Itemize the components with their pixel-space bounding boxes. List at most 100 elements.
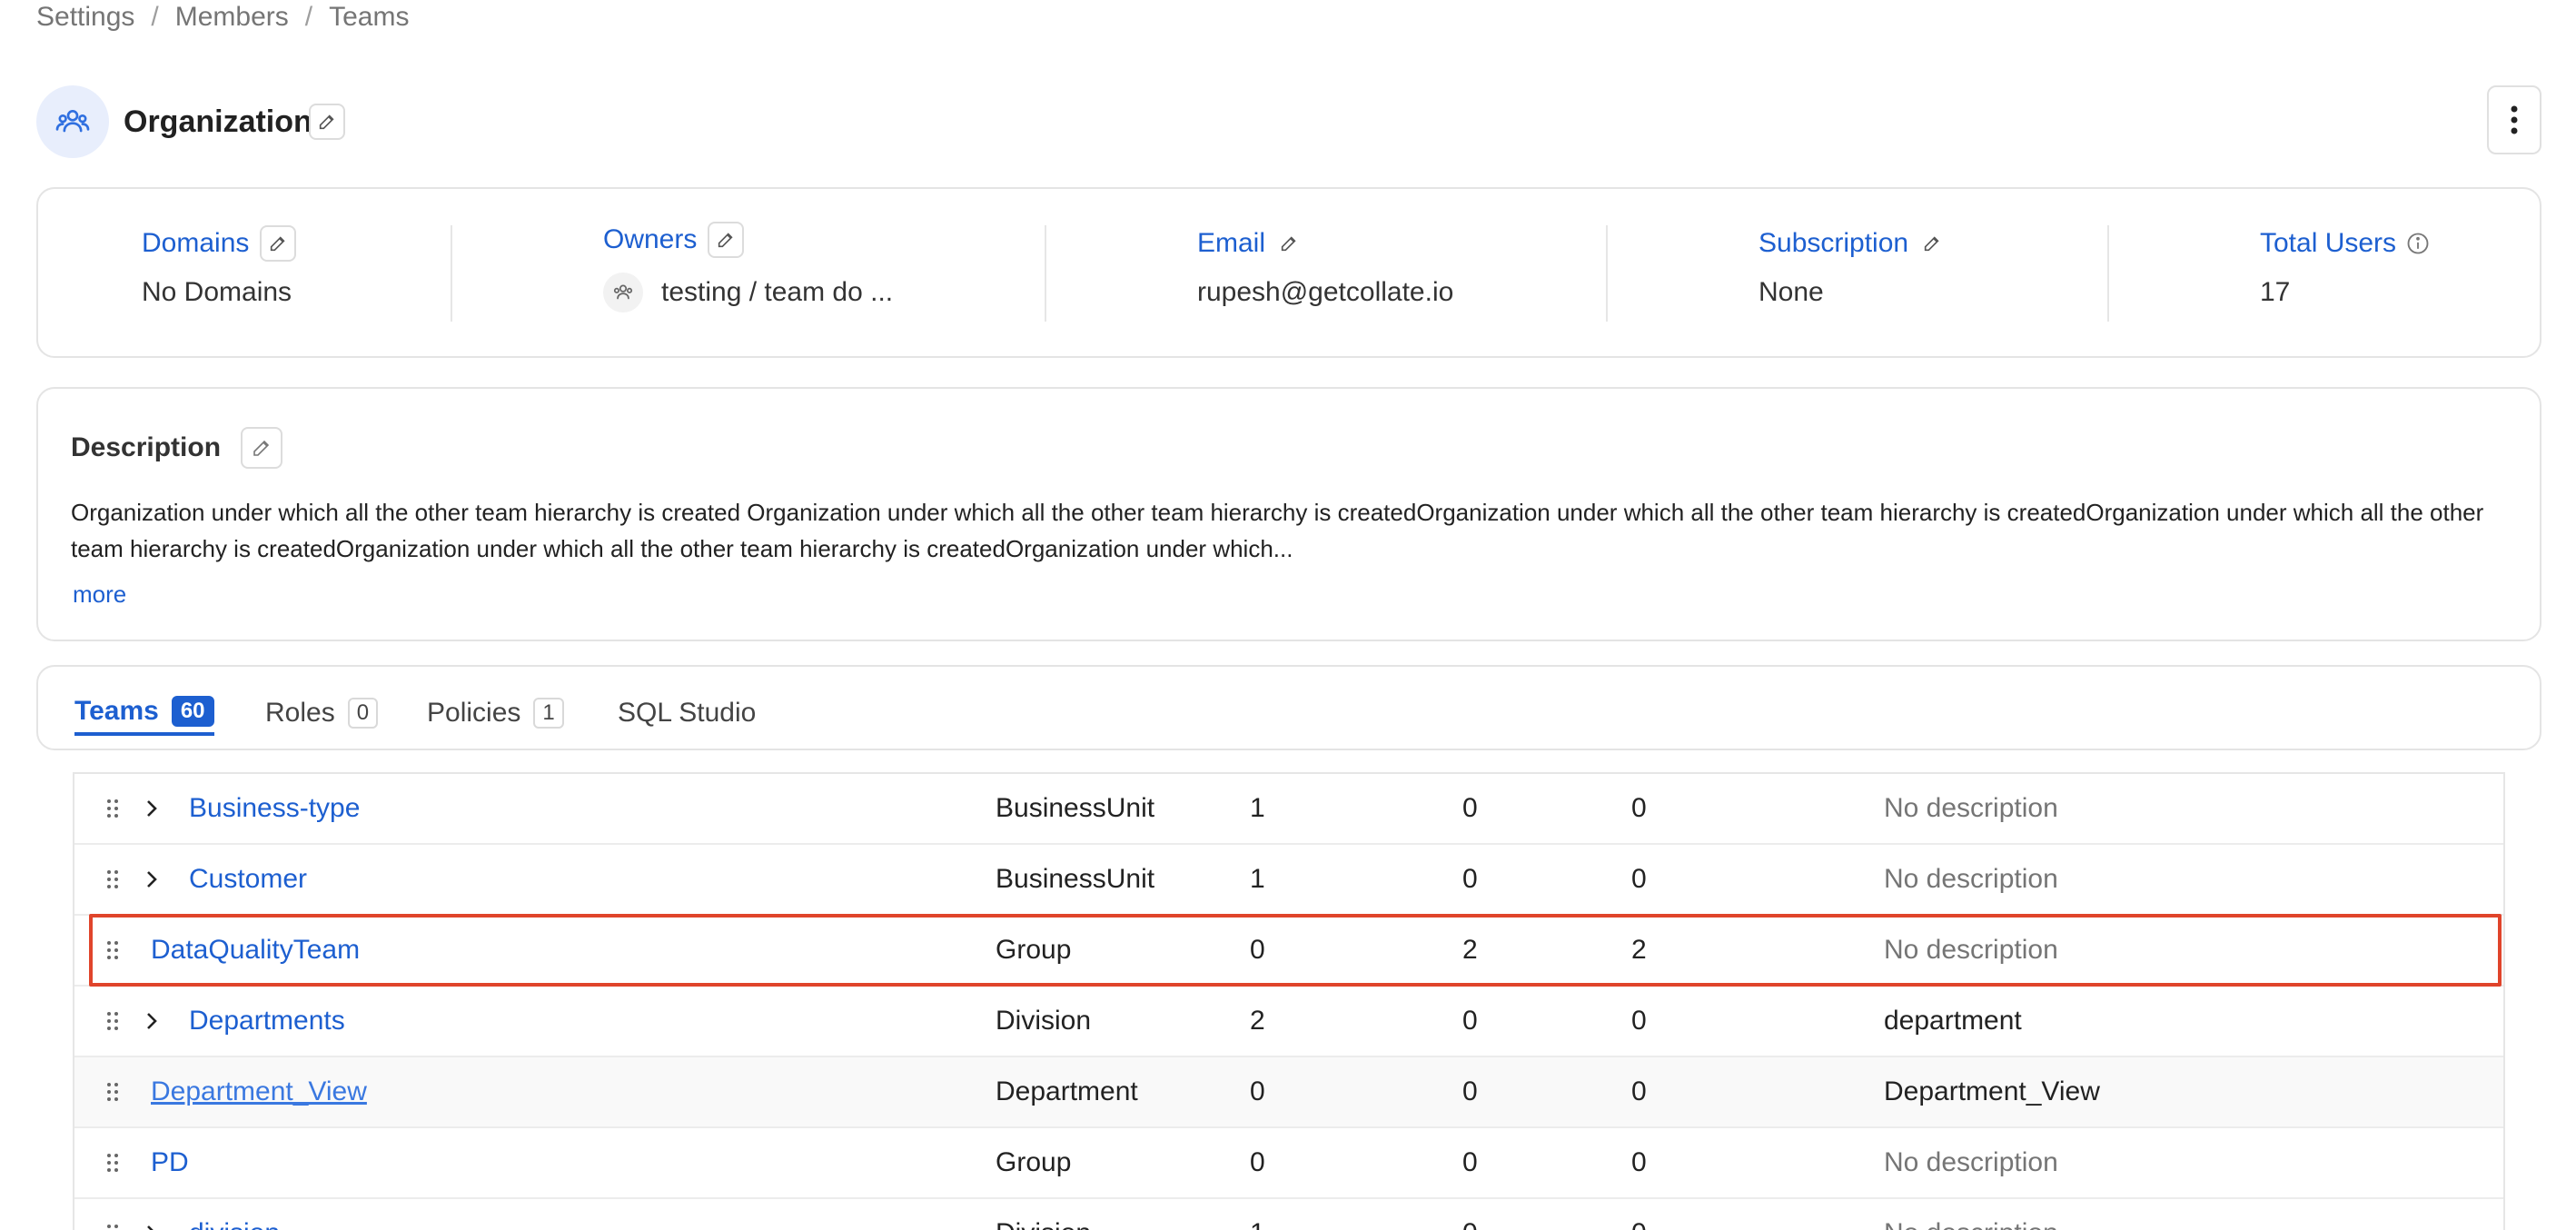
team-type: BusinessUnit (996, 864, 1155, 894)
team-description: No description (1884, 935, 2058, 965)
team-name-link[interactable]: division (189, 1199, 280, 1230)
pencil-icon (1281, 236, 1296, 252)
chevron-right-icon[interactable] (144, 774, 160, 843)
sub-teams-count: 0 (1250, 935, 1265, 965)
users-count: 0 (1462, 1006, 1478, 1036)
edit-domains-button[interactable] (260, 225, 297, 262)
table-row[interactable]: PD Group 0 0 0 No description (74, 1128, 2503, 1199)
tab-roles-count: 0 (347, 698, 379, 729)
pencil-icon (718, 233, 733, 248)
table-row[interactable]: DataQualityTeam Group 0 2 2 No descripti… (74, 916, 2503, 987)
page-header: Organization (36, 85, 2541, 158)
table-row[interactable]: Customer BusinessUnit 1 0 0 No descripti… (74, 845, 2503, 916)
team-type: BusinessUnit (996, 793, 1155, 823)
email-value: rupesh@getcollate.io (1197, 277, 1454, 307)
description-text: Organization under which all the other t… (71, 499, 2484, 562)
drag-handle-icon[interactable] (105, 1199, 120, 1230)
tab-sql-studio[interactable]: SQL Studio (618, 690, 756, 736)
total-users-stat: Total Users 17 (2260, 225, 2431, 325)
drag-handle-icon[interactable] (105, 1128, 120, 1197)
edit-description-button[interactable] (241, 427, 283, 469)
subscription-value: None (1759, 277, 1824, 307)
drag-handle-icon[interactable] (105, 916, 120, 985)
description-more-link[interactable]: more (73, 576, 126, 612)
team-name-link[interactable]: DataQualityTeam (151, 916, 360, 985)
edit-owners-button[interactable] (708, 222, 745, 258)
domains-value: No Domains (142, 277, 292, 307)
subscription-stat: Subscription None (1759, 225, 1950, 325)
assets-count: 0 (1631, 864, 1647, 894)
breadcrumb-teams: Teams (329, 2, 410, 32)
chevron-right-icon[interactable] (144, 1199, 160, 1230)
tab-policies[interactable]: Policies 1 (427, 690, 564, 736)
team-type: Division (996, 1199, 1091, 1230)
stat-divider (451, 225, 452, 322)
subscription-label: Subscription (1759, 228, 1909, 258)
page-title: Organization (124, 104, 312, 139)
assets-count: 0 (1631, 1199, 1647, 1230)
team-name-link[interactable]: Customer (189, 845, 307, 914)
drag-handle-icon[interactable] (105, 987, 120, 1056)
team-description: department (1884, 1006, 2022, 1036)
breadcrumb-settings[interactable]: Settings (36, 2, 134, 33)
info-icon[interactable] (2405, 231, 2431, 256)
users-count: 0 (1462, 1199, 1478, 1230)
assets-count: 2 (1631, 935, 1647, 965)
edit-subscription-button[interactable] (1914, 225, 1950, 262)
tab-policies-label: Policies (427, 698, 521, 728)
drag-handle-icon[interactable] (105, 774, 120, 843)
pencil-icon (271, 236, 285, 252)
team-type: Group (996, 1147, 1072, 1177)
team-icon (36, 85, 109, 158)
tab-sql-studio-label: SQL Studio (618, 698, 757, 728)
team-name-link[interactable]: Departments (189, 987, 345, 1056)
breadcrumb-separator: / (151, 2, 159, 32)
email-label: Email (1197, 228, 1266, 258)
sub-teams-count: 1 (1250, 1199, 1265, 1230)
breadcrumb: Settings / Members / Teams (36, 0, 409, 35)
tab-teams[interactable]: Teams 60 (74, 690, 214, 736)
chevron-right-icon[interactable] (144, 987, 160, 1056)
stat-divider (1045, 225, 1046, 322)
tab-policies-count: 1 (533, 698, 564, 729)
stat-divider (1606, 225, 1608, 322)
pencil-icon (1924, 236, 1939, 252)
team-description: No description (1884, 864, 2058, 894)
team-name-link[interactable]: PD (151, 1128, 189, 1197)
kebab-icon (2511, 105, 2518, 134)
chevron-right-icon[interactable] (144, 845, 160, 914)
drag-handle-icon[interactable] (105, 1057, 120, 1126)
description-title: Description (71, 432, 222, 462)
table-row[interactable]: Department_View Department 0 0 0 Departm… (74, 1057, 2503, 1128)
domains-label: Domains (142, 228, 250, 258)
breadcrumb-members[interactable]: Members (175, 2, 289, 33)
table-row[interactable]: division Division 1 0 0 No description (74, 1199, 2503, 1230)
teams-table: Business-type BusinessUnit 1 0 0 No desc… (73, 772, 2505, 1230)
team-description: No description (1884, 1147, 2058, 1177)
email-stat: Email rupesh@getcollate.io (1197, 225, 1453, 325)
users-count: 2 (1462, 935, 1478, 965)
drag-handle-icon[interactable] (105, 845, 120, 914)
team-name-link[interactable]: Department_View (151, 1057, 367, 1126)
edit-title-button[interactable] (309, 104, 345, 140)
org-stats-card: Domains No Domains Owners testing / team… (36, 187, 2541, 358)
table-row[interactable]: Business-type BusinessUnit 1 0 0 No desc… (74, 774, 2503, 845)
table-row[interactable]: Departments Division 2 0 0 department (74, 987, 2503, 1057)
sub-teams-count: 2 (1250, 1006, 1265, 1036)
sub-teams-count: 1 (1250, 864, 1265, 894)
owners-value[interactable]: testing / team do ... (661, 274, 893, 311)
team-description: No description (1884, 793, 2058, 823)
tabs-bar: Teams 60 Roles 0 Policies 1 SQL Studio (36, 665, 2541, 750)
more-options-button[interactable] (2487, 85, 2541, 154)
team-description: No description (1884, 1199, 2058, 1230)
tab-roles-label: Roles (265, 698, 335, 728)
team-name-link[interactable]: Business-type (189, 774, 360, 843)
tab-teams-label: Teams (74, 696, 159, 726)
owners-label: Owners (603, 224, 698, 254)
edit-email-button[interactable] (1271, 225, 1307, 262)
pencil-icon (319, 114, 334, 130)
assets-count: 0 (1631, 1006, 1647, 1036)
team-description: Department_View (1884, 1076, 2100, 1106)
tab-roles[interactable]: Roles 0 (265, 690, 379, 736)
users-count: 0 (1462, 793, 1478, 823)
